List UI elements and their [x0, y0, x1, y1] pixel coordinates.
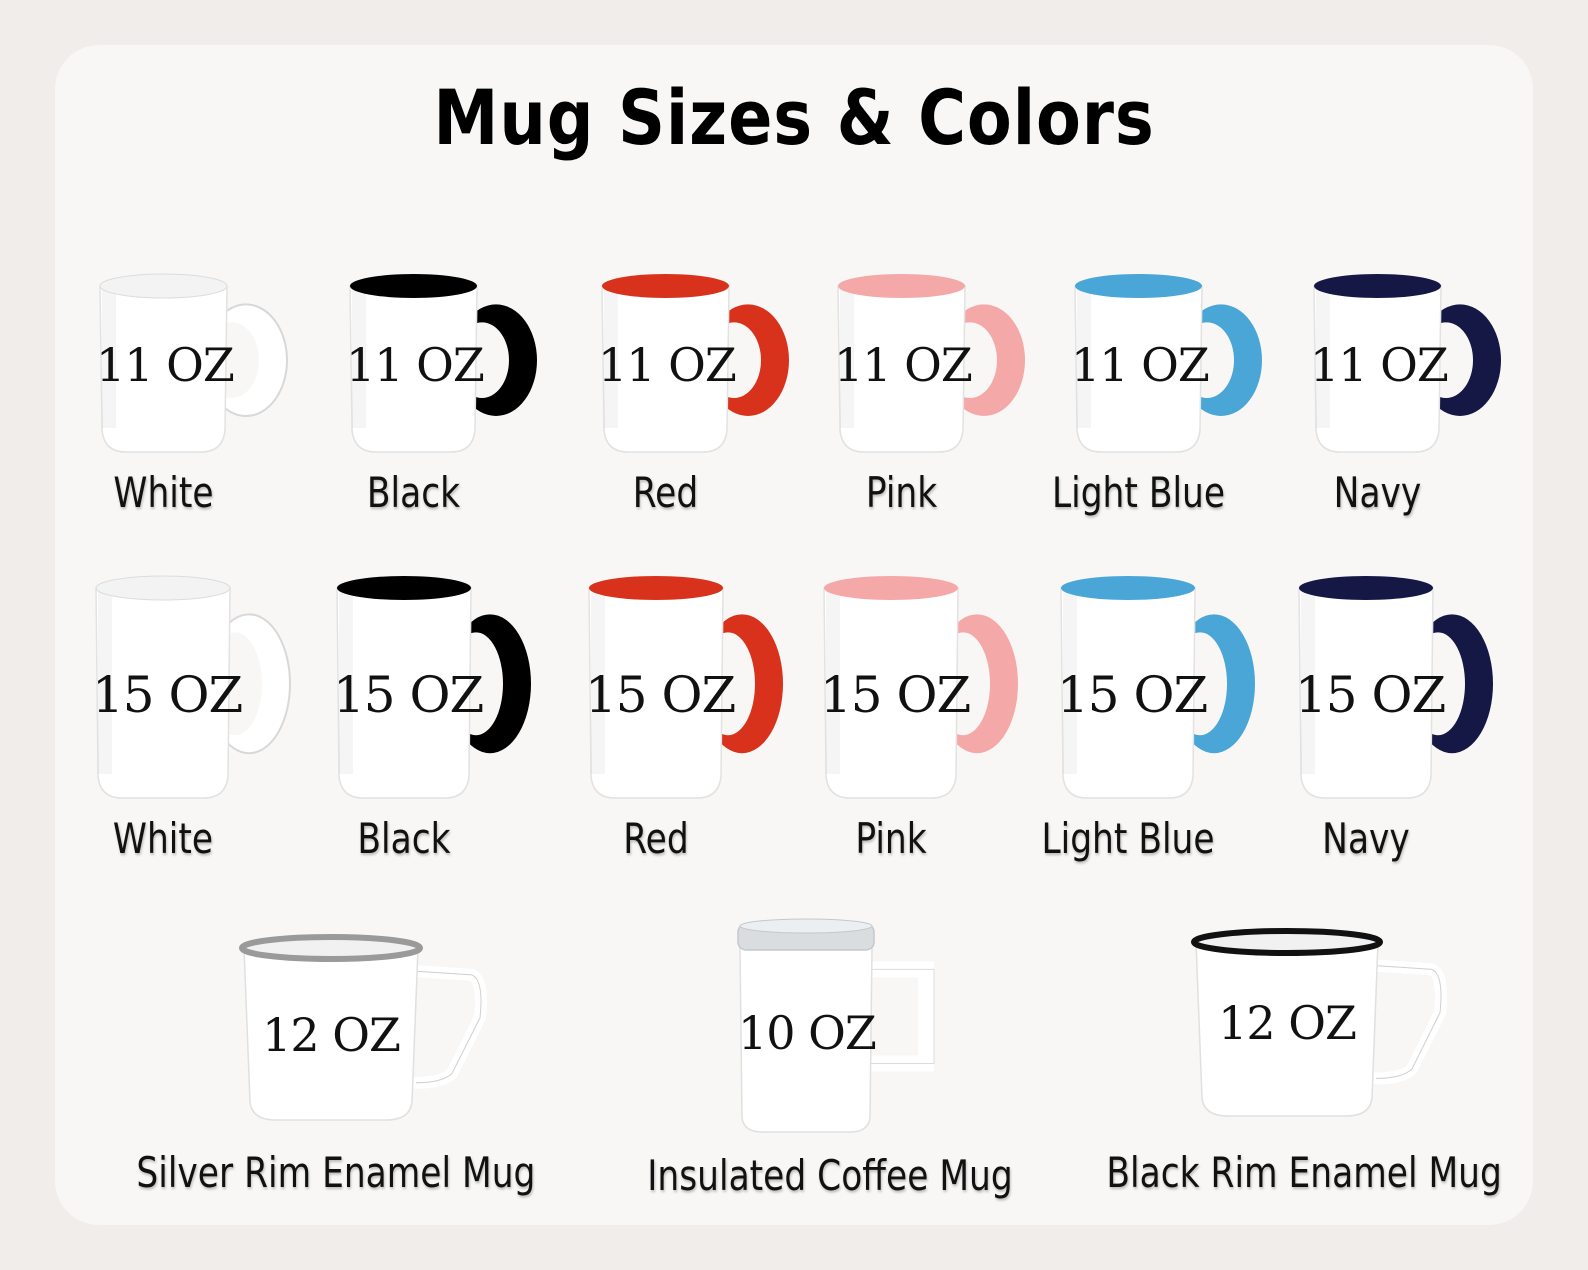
- mug-size-text: 12 OZ: [262, 1008, 401, 1062]
- mug-type-label: Black Rim Enamel Mug: [1106, 1148, 1502, 1197]
- page-title: Mug Sizes & Colors: [433, 73, 1155, 162]
- mug-size-text: 15 OZ: [1057, 666, 1208, 724]
- mug-size-text: 15 OZ: [92, 666, 243, 724]
- mug-size-text: 15 OZ: [585, 666, 736, 724]
- mug-color-label: White: [113, 468, 214, 517]
- mug-size-text: 11 OZ: [1310, 338, 1449, 392]
- mug-color-label: Pink: [855, 814, 927, 863]
- mug-color-label: Red: [632, 468, 699, 517]
- mug-color-label: Pink: [865, 468, 938, 517]
- mug-size-text: 11 OZ: [598, 338, 737, 392]
- mug-size-text: 11 OZ: [346, 338, 485, 392]
- mug-size-text: 15 OZ: [333, 666, 484, 724]
- mug-type-label: Silver Rim Enamel Mug: [136, 1148, 536, 1197]
- mug-size-text: 15 OZ: [820, 666, 971, 724]
- mug-size-text: 11 OZ: [96, 338, 235, 392]
- mug-type-label: Insulated Coffee Mug: [647, 1151, 1013, 1200]
- mug-size-text: 11 OZ: [834, 338, 973, 392]
- mug-color-label: Light Blue: [1041, 814, 1215, 863]
- mug-color-label: Light Blue: [1051, 468, 1226, 517]
- mug-size-text: 10 OZ: [738, 1006, 877, 1060]
- mug-color-label: Black: [366, 468, 461, 517]
- mug-size-text: 11 OZ: [1071, 338, 1210, 392]
- mug-size-text: 15 OZ: [1295, 666, 1446, 724]
- mug-color-label: Navy: [1322, 814, 1410, 863]
- mug-size-text: 12 OZ: [1218, 996, 1357, 1050]
- mug-color-label: Navy: [1333, 468, 1422, 517]
- mug-color-label: Red: [623, 814, 689, 863]
- mug-color-label: Black: [357, 814, 451, 863]
- mug-color-label: White: [112, 814, 214, 863]
